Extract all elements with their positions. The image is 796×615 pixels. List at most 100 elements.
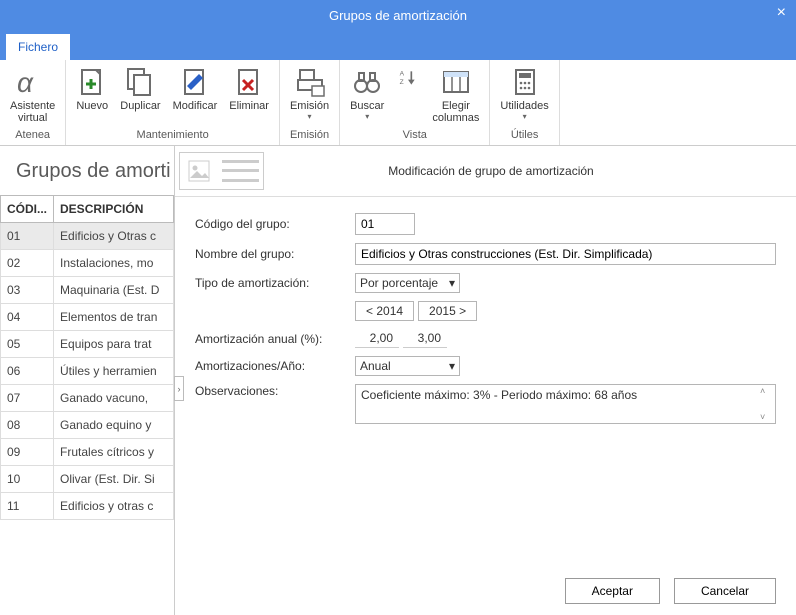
table-row[interactable]: 02Instalaciones, mo	[1, 250, 174, 277]
document-new-icon	[76, 66, 108, 98]
cancel-button[interactable]: Cancelar	[674, 578, 776, 604]
input-name[interactable]	[355, 243, 776, 265]
cell-code: 07	[1, 385, 54, 412]
select-peryear[interactable]: Anual ▾	[355, 356, 460, 376]
select-type[interactable]: Por porcentaje ▾	[355, 273, 460, 293]
sort-az-icon: AZ	[396, 66, 420, 90]
ribbon-group-utiles: Utilidades ▾ Útiles	[490, 60, 559, 145]
document-delete-icon	[233, 66, 265, 98]
columns-button[interactable]: Elegir columnas	[426, 62, 485, 124]
dropdown-icon: ▾	[523, 112, 527, 121]
cell-desc: Edificios y otras c	[54, 493, 174, 520]
image-placeholder-icon	[188, 160, 210, 182]
table-row[interactable]: 07Ganado vacuno,	[1, 385, 174, 412]
table-row[interactable]: 05Equipos para trat	[1, 331, 174, 358]
col-desc[interactable]: DESCRIPCIÓN	[54, 196, 174, 223]
year-prev-button[interactable]: < 2014	[355, 301, 414, 321]
modify-label: Modificar	[173, 100, 218, 112]
document-duplicate-icon	[124, 66, 156, 98]
tab-fichero[interactable]: Fichero	[6, 34, 70, 60]
scrollbar[interactable]: ˄˅	[760, 386, 774, 422]
columns-label: Elegir columnas	[432, 100, 479, 124]
search-button[interactable]: Buscar ▾	[344, 62, 390, 121]
table-row[interactable]: 09Frutales cítricos y	[1, 439, 174, 466]
label-name: Nombre del grupo:	[195, 247, 355, 261]
value-annual-next[interactable]: 3,00	[403, 329, 447, 348]
group-label-atenea: Atenea	[4, 129, 61, 143]
calculator-icon	[509, 66, 541, 98]
cell-desc: Olivar (Est. Dir. Si	[54, 466, 174, 493]
table-row[interactable]: 01Edificios y Otras c	[1, 223, 174, 250]
close-icon[interactable]: ×	[777, 4, 786, 22]
right-title: Modificación de grupo de amortización	[274, 164, 788, 178]
search-label: Buscar	[350, 100, 384, 112]
document-edit-icon	[179, 66, 211, 98]
label-peryear: Amortizaciones/Año:	[195, 359, 355, 373]
table-row[interactable]: 06Útiles y herramien	[1, 358, 174, 385]
year-next-button[interactable]: 2015 >	[418, 301, 477, 321]
cell-code: 04	[1, 304, 54, 331]
cell-desc: Ganado vacuno,	[54, 385, 174, 412]
dropdown-icon: ▾	[365, 112, 369, 121]
expand-handle[interactable]: ›	[174, 376, 184, 401]
ribbon-tabs: Fichero	[0, 30, 796, 60]
right-header: Modificación de grupo de amortización	[175, 146, 796, 197]
cell-code: 01	[1, 223, 54, 250]
right-pane: › Modificación de grupo de amortización …	[175, 146, 796, 615]
col-code[interactable]: CÓDI...	[1, 196, 54, 223]
delete-label: Eliminar	[229, 100, 269, 112]
preview-thumb	[179, 152, 264, 190]
svg-text:A: A	[400, 71, 405, 78]
label-annual: Amortización anual (%):	[195, 332, 355, 346]
wizard-button[interactable]: α Asistente virtual	[4, 62, 61, 124]
group-label-vista: Vista	[344, 129, 485, 143]
wizard-icon: α	[17, 66, 49, 98]
wizard-label: Asistente virtual	[10, 100, 55, 124]
select-type-value: Por porcentaje	[360, 276, 438, 290]
ribbon-group-emision: Emisión ▾ Emisión	[280, 60, 340, 145]
columns-icon	[440, 66, 472, 98]
cell-desc: Edificios y Otras c	[54, 223, 174, 250]
ribbon-group-atenea: α Asistente virtual Atenea	[0, 60, 66, 145]
group-label-utils: Útiles	[494, 129, 554, 143]
cell-code: 03	[1, 277, 54, 304]
ribbon-group-vista: Buscar ▾ AZ Elegir columnas Vista	[340, 60, 490, 145]
obs-value: Coeficiente máximo: 3% - Periodo máximo:…	[361, 388, 637, 402]
printer-icon	[294, 66, 326, 98]
cell-code: 06	[1, 358, 54, 385]
ribbon: α Asistente virtual Atenea Nuevo Duplica…	[0, 60, 796, 146]
textarea-obs[interactable]: Coeficiente máximo: 3% - Periodo máximo:…	[355, 384, 776, 424]
left-pane-title: Grupos de amorti	[0, 146, 174, 195]
modify-button[interactable]: Modificar	[167, 62, 224, 112]
table-row[interactable]: 08Ganado equino y	[1, 412, 174, 439]
input-code[interactable]	[355, 213, 415, 235]
new-button[interactable]: Nuevo	[70, 62, 114, 112]
cell-code: 11	[1, 493, 54, 520]
form: Código del grupo: Nombre del grupo: Tipo…	[175, 197, 796, 432]
value-annual-prev[interactable]: 2,00	[355, 329, 399, 348]
dropdown-icon: ▾	[308, 112, 312, 121]
ok-button[interactable]: Aceptar	[565, 578, 660, 604]
table-row[interactable]: 11Edificios y otras c	[1, 493, 174, 520]
ribbon-group-mantenimiento: Nuevo Duplicar Modificar Eliminar	[66, 60, 280, 145]
groups-table: CÓDI... DESCRIPCIÓN 01Edificios y Otras …	[0, 195, 174, 520]
table-row[interactable]: 03Maquinaria (Est. D	[1, 277, 174, 304]
table-row[interactable]: 04Elementos de tran	[1, 304, 174, 331]
table-row[interactable]: 10Olivar (Est. Dir. Si	[1, 466, 174, 493]
cell-code: 09	[1, 439, 54, 466]
utilities-button[interactable]: Utilidades ▾	[494, 62, 554, 121]
chevron-down-icon: ▾	[449, 359, 455, 373]
duplicate-button[interactable]: Duplicar	[114, 62, 166, 112]
chevron-down-icon: ▾	[449, 276, 455, 290]
cell-desc: Frutales cítricos y	[54, 439, 174, 466]
label-type: Tipo de amortización:	[195, 276, 355, 290]
cell-desc: Útiles y herramien	[54, 358, 174, 385]
label-obs: Observaciones:	[195, 384, 355, 398]
duplicate-label: Duplicar	[120, 100, 160, 112]
delete-button[interactable]: Eliminar	[223, 62, 275, 112]
sort-button[interactable]: AZ	[390, 62, 426, 92]
emit-button[interactable]: Emisión ▾	[284, 62, 335, 121]
cell-code: 10	[1, 466, 54, 493]
left-pane: Grupos de amorti CÓDI... DESCRIPCIÓN 01E…	[0, 146, 175, 615]
label-code: Código del grupo:	[195, 217, 355, 231]
